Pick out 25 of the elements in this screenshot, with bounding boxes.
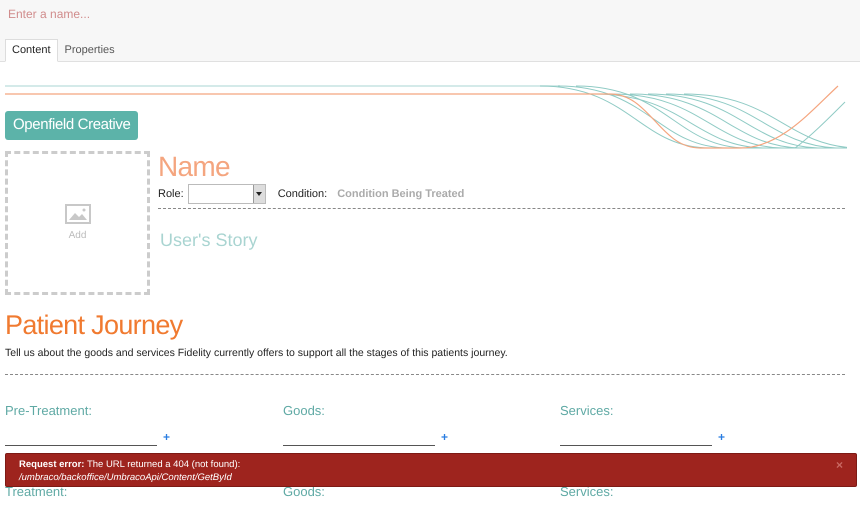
close-button[interactable]: × <box>836 458 843 471</box>
logo-button[interactable]: Openfield Creative <box>5 111 138 140</box>
error-message: Request error: The URL returned a 404 (not found): <box>19 458 240 471</box>
condition-label: Condition: <box>278 186 328 202</box>
role-label: Role: <box>158 186 184 202</box>
tab[interactable]: Properties <box>58 39 122 62</box>
field-label: Services: <box>560 484 614 500</box>
section-title: Patient Journey <box>5 309 184 341</box>
section-description: Tell us about the goods and services Fidelity currently offers to support all the stages of this patients journey. <box>5 346 509 361</box>
profile-name: Name <box>158 151 231 183</box>
condition-field[interactable]: Condition Being Treated <box>337 186 538 202</box>
tab[interactable]: Content <box>5 39 58 62</box>
field-label: Treatment: <box>5 484 68 500</box>
add-button[interactable]: + <box>441 430 448 444</box>
image-icon <box>64 204 90 224</box>
add-button[interactable]: + <box>718 430 726 444</box>
caret-icon <box>256 192 262 196</box>
name-field[interactable]: Enter a name... <box>0 0 400 23</box>
field-label: Goods: <box>283 484 326 500</box>
story-field[interactable]: User's Story <box>160 227 460 254</box>
field-label: Pre-Treatment: <box>5 402 93 419</box>
add-button[interactable]: + <box>163 430 170 444</box>
field-label: Goods: <box>283 402 326 419</box>
error-url: /umbraco/backoffice/UmbracoApi/Content/GetById <box>19 471 233 484</box>
field-label: Services: <box>560 402 614 419</box>
